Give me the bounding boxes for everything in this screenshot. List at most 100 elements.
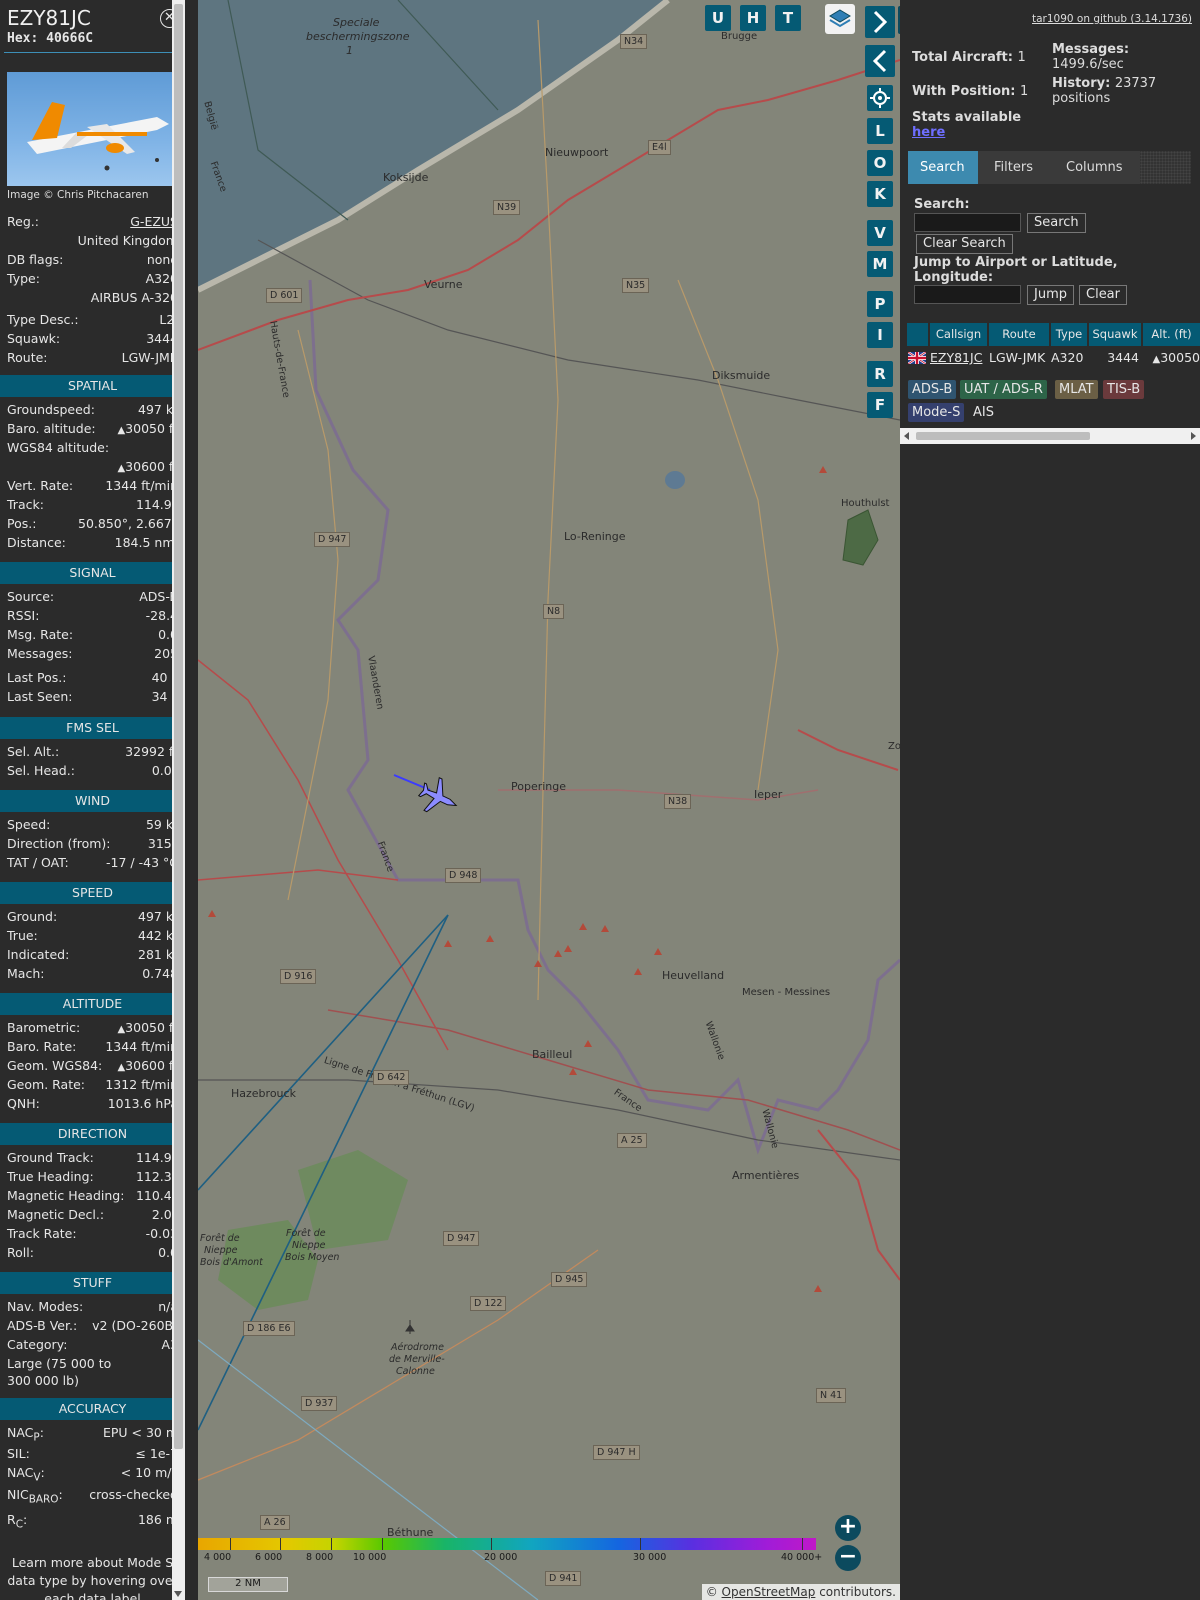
info-scrollbar-thumb[interactable] — [174, 4, 183, 1449]
scroll-down-icon[interactable] — [174, 1591, 182, 1597]
messages-row: Messages: 205 — [7, 646, 178, 661]
column-header-type[interactable]: Type — [1051, 323, 1087, 346]
column-header-squawk[interactable]: Squawk — [1089, 323, 1141, 346]
jump-button[interactable]: Jump — [1027, 285, 1074, 305]
clear-jump-button[interactable]: Clear — [1079, 285, 1127, 305]
table-scrollbar-thumb[interactable] — [916, 432, 1090, 440]
road-badge-d947h: D 947 H — [593, 1445, 640, 1460]
legend-tick — [491, 1538, 492, 1550]
section-altitude: ALTITUDE — [0, 993, 185, 1015]
reg-row: Reg.: G-EZUS — [7, 214, 178, 229]
stats-here-link[interactable]: here — [912, 125, 945, 140]
map-label-nieppe-left: Nieppe — [204, 1245, 238, 1256]
row-callsign-link[interactable]: EZY81JC — [930, 348, 982, 367]
expand-sidebar-button[interactable] — [865, 6, 895, 38]
map-button-p[interactable]: P — [867, 291, 893, 317]
search-input[interactable] — [914, 213, 1021, 232]
reg-link[interactable]: G-EZUS — [130, 214, 178, 229]
settings-button[interactable] — [867, 85, 893, 111]
road-badge-d947-north: D 947 — [314, 532, 351, 547]
column-header-altitude[interactable]: Alt. (ft) — [1143, 323, 1200, 346]
jump-input[interactable] — [914, 285, 1021, 304]
map-button-m[interactable]: M — [867, 251, 893, 277]
map-button-v[interactable]: V — [867, 220, 893, 246]
map-button-r[interactable]: R — [867, 361, 893, 387]
info-scrollbar[interactable] — [172, 0, 185, 1600]
road-badge-n35: N35 — [622, 278, 650, 293]
source-chip-uat[interactable]: UAT / ADS-R — [960, 380, 1047, 399]
table-horizontal-scrollbar[interactable] — [900, 428, 1200, 444]
clear-search-button[interactable]: Clear Search — [916, 234, 1013, 254]
column-header-callsign[interactable]: Callsign — [930, 323, 987, 346]
last-pos-row: Last Pos.: 40 s — [7, 670, 178, 685]
wgs-alt-value-row: ▲30600 ft — [117, 459, 178, 474]
map-label-calonne: Calonne — [396, 1366, 435, 1377]
sil-row: SIL: ≤ 1e-7 — [7, 1446, 178, 1461]
map-button-t[interactable]: T — [775, 5, 801, 31]
map-button-h[interactable]: H — [740, 5, 766, 31]
legend-tick — [382, 1538, 383, 1550]
type-row: Type: A320 — [7, 271, 178, 286]
wgs-alt-row: WGS84 altitude: — [7, 440, 110, 455]
map-view[interactable]: Speciale beschermingszone 1 Brugge Nieuw… — [198, 0, 900, 1600]
tab-filters[interactable]: Filters — [982, 151, 1050, 184]
qnh-row: QNH: 1013.6 hPa — [7, 1096, 178, 1111]
map-button-k[interactable]: K — [867, 181, 893, 207]
version-link[interactable]: tar1090 on github (3.14.1736) — [1032, 13, 1192, 25]
road-badge-d937: D 937 — [301, 1396, 338, 1411]
source-chip-ais[interactable]: AIS — [969, 403, 998, 422]
osm-link[interactable]: OpenStreetMap — [722, 1585, 816, 1599]
map-button-f[interactable]: F — [867, 392, 893, 418]
map-canvas — [198, 0, 900, 1600]
map-button-o[interactable]: O — [867, 150, 893, 176]
zoom-out-button[interactable]: − — [835, 1545, 861, 1571]
road-badge-d916: D 916 — [280, 969, 317, 984]
map-label-poperinge: Poperinge — [511, 780, 567, 793]
map-button-l[interactable]: L — [867, 118, 893, 144]
zoom-in-button[interactable]: + — [835, 1515, 861, 1541]
msg-rate-row: Msg. Rate: 0.0 — [7, 627, 178, 642]
column-header-route[interactable]: Route — [989, 323, 1049, 346]
scroll-left-icon[interactable] — [904, 432, 909, 440]
wind-dir-row: Direction (from): 315° — [7, 836, 178, 851]
sel-head-row: Sel. Head.: 0.0° — [7, 763, 178, 778]
scale-line: 2 NM — [208, 1577, 288, 1592]
history-stat: History: 23737 — [1052, 76, 1157, 91]
source-chip-mlat[interactable]: MLAT — [1055, 380, 1098, 399]
source-chip-adsb[interactable]: ADS-B — [908, 380, 957, 399]
selected-callsign: EZY81JC — [7, 6, 91, 30]
map-button-u[interactable]: U — [705, 5, 731, 31]
scroll-right-icon[interactable] — [1191, 432, 1196, 440]
source-chip-tisb[interactable]: TIS-B — [1103, 380, 1145, 399]
nicbaro-row: NICBARO: cross-checked — [7, 1487, 178, 1506]
search-button[interactable]: Search — [1027, 213, 1086, 233]
legend-tick — [331, 1538, 332, 1550]
legend-label-20000: 20 000 — [484, 1552, 518, 1563]
map-label-foret-left: Forêt de — [200, 1233, 240, 1244]
tab-search[interactable]: Search — [908, 151, 978, 184]
map-button-i[interactable]: I — [867, 322, 893, 348]
map-label-armentieres: Armentières — [732, 1169, 800, 1182]
aircraft-icon[interactable] — [414, 773, 464, 822]
map-label-foret-nieppe: Nieppe — [292, 1240, 326, 1251]
collapse-sidebar-button[interactable] — [865, 45, 895, 77]
map-label-zone-name: beschermingszone — [306, 30, 410, 43]
squawk-row: Squawk: 3444 — [7, 331, 178, 346]
chevron-left-icon — [872, 49, 887, 73]
tab-columns[interactable]: Columns — [1054, 151, 1136, 184]
sidebar-tabbar: Search Filters Columns — [908, 151, 1191, 184]
geom-rate-row: Geom. Rate: 1312 ft/min — [7, 1077, 178, 1092]
true-speed-row: True: 442 kt — [7, 928, 178, 943]
map-label-bois-amont: Bois d'Amont — [200, 1257, 263, 1268]
map-label-merville: de Merville- — [389, 1354, 445, 1365]
aircraft-photo[interactable] — [7, 72, 178, 186]
uk-flag-icon — [908, 352, 926, 364]
map-label-zo: Zo — [888, 741, 900, 752]
mode-s-help-note: Learn more about Mode S data type by hov… — [7, 1555, 178, 1600]
layers-button[interactable] — [825, 4, 855, 34]
category-desc-row-2: 300 000 lb) — [7, 1373, 79, 1388]
rc-row: RC: 186 m — [7, 1512, 178, 1531]
road-badge-n41: N 41 — [816, 1388, 847, 1403]
source-chip-modes[interactable]: Mode-S — [908, 403, 965, 422]
road-badge-d948: D 948 — [445, 868, 482, 883]
